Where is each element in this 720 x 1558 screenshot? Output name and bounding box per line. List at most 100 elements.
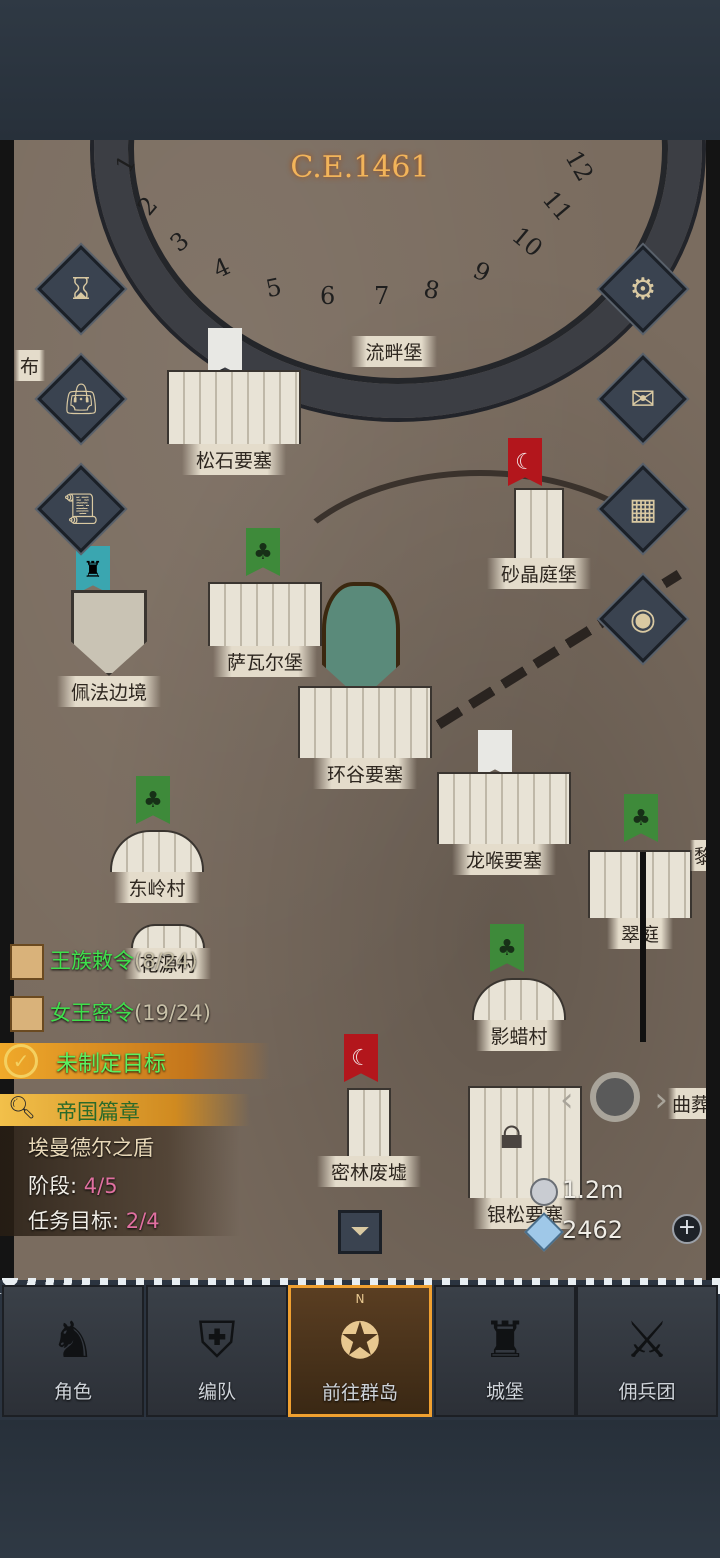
target-value: 2/4 [125, 1209, 160, 1233]
quest-queen-order[interactable]: 女王密令(19/24) [10, 996, 211, 1032]
banner-red: ☾ [344, 1034, 378, 1082]
tower-icon [347, 1088, 391, 1156]
silver-coin-icon [530, 1178, 558, 1206]
tab-castle[interactable]: ♜ 城堡 [434, 1285, 576, 1417]
location-shajing[interactable]: 砂晶庭堡 [464, 488, 614, 589]
month-6[interactable]: 6 [320, 282, 335, 310]
formation-icon: ⛨ [198, 1311, 236, 1369]
location-longhou[interactable]: 龙喉要塞 [424, 772, 584, 875]
location-label: 黎 [690, 840, 706, 871]
quest-count: (8/24) [134, 949, 198, 973]
location-peifa[interactable]: 佩法边境 [34, 590, 184, 707]
month-7[interactable]: 7 [374, 282, 389, 310]
crescent-icon: ☾ [515, 449, 535, 475]
add-resource-button[interactable]: + [672, 1214, 702, 1244]
bag-icon: 👜︎ [61, 381, 101, 417]
location-dongling[interactable]: 东岭村 [92, 830, 222, 903]
stage-label: 阶段: [28, 1174, 78, 1198]
castle-icon [298, 686, 432, 758]
village-icon [110, 830, 204, 872]
month-11[interactable]: 11 [537, 185, 578, 226]
mercenary-icon: ⚔︎ [624, 1311, 670, 1369]
collapse-icon: ⏷ [350, 1217, 370, 1245]
scroll-icon [10, 996, 44, 1032]
target-label: 任务目标: [28, 1209, 120, 1233]
tab-label: 佣兵团 [618, 1381, 676, 1403]
location-label: 松石要塞 [181, 444, 286, 475]
stage-row: 阶段: 4/5 [28, 1170, 118, 1200]
tree-icon: ♣ [631, 805, 651, 831]
knight-icon: ♞ [50, 1311, 96, 1369]
target-check-icon: ✓ [4, 1044, 38, 1078]
crosshair-icon [590, 1072, 640, 1122]
castle-icon [437, 772, 571, 844]
location-label: 佩法边境 [56, 676, 161, 707]
month-4[interactable]: 4 [209, 252, 235, 284]
tab-mercenary[interactable]: ⚔︎ 佣兵团 [576, 1285, 718, 1417]
faction-banner: ♜ [76, 546, 110, 594]
castle-icon [208, 582, 322, 646]
location-label: 曲葬 [668, 1088, 706, 1119]
location-label: 环谷要塞 [312, 758, 417, 789]
notice-board-icon: ▦ [628, 491, 658, 527]
location-songshi[interactable]: 松石要塞 [154, 370, 314, 475]
banner-green: ♣ [490, 924, 524, 972]
quest-royal-decree[interactable]: 王族敕令(8/24) [10, 944, 198, 980]
crossed-weapons-icon [71, 590, 147, 676]
locate-button[interactable]: ‹ › [560, 1066, 668, 1136]
location-huangu[interactable]: 环谷要塞 [290, 686, 440, 789]
month-12[interactable]: 12 [560, 146, 600, 186]
location-liupan[interactable]: 流畔堡 [324, 336, 464, 367]
tree-icon: ♣ [253, 539, 273, 565]
gem-amount: 2462 [562, 1216, 624, 1244]
chapter-title: 帝国篇章 [56, 1100, 140, 1124]
compass-north-label: N [355, 1292, 365, 1306]
hourglass-icon: ⌛︎ [71, 271, 91, 307]
silver-amount: 1.2m [562, 1176, 624, 1204]
tab-formation[interactable]: ⛨ 编队 [146, 1285, 288, 1417]
location-yingla[interactable]: 影蜡村 [444, 978, 594, 1051]
location-label: 影蜡村 [476, 1020, 562, 1051]
quest-count: (19/24) [134, 1001, 211, 1025]
location-edge-right2[interactable]: 黎 [690, 840, 706, 871]
location-sawaer[interactable]: 萨瓦尔堡 [200, 582, 330, 677]
helm-icon: ♜ [83, 557, 103, 583]
banner-green: ♣ [246, 528, 280, 576]
target-row: 任务目标: 2/4 [28, 1205, 160, 1235]
location-label: 密林废墟 [316, 1156, 421, 1187]
location-label: 东岭村 [114, 872, 200, 903]
banner-white [478, 730, 512, 778]
crescent-icon: ☾ [351, 1045, 371, 1071]
location-label: 砂晶庭堡 [486, 558, 591, 589]
month-1[interactable]: 1 [110, 150, 142, 177]
scroll-icon: 📜︎ [61, 491, 101, 527]
month-9[interactable]: 9 [469, 256, 495, 288]
tab-archipelago[interactable]: N ✪ 前往群岛 [288, 1285, 432, 1417]
location-edge-right[interactable]: 曲葬 [668, 1088, 706, 1119]
coin-icon: ◉ [629, 601, 657, 637]
location-edge-left[interactable]: 布 [14, 350, 46, 381]
castle-icon: ♜ [482, 1311, 528, 1369]
tab-label: 编队 [197, 1381, 236, 1403]
stage-value: 4/5 [83, 1174, 118, 1198]
flag-pole [640, 852, 646, 1042]
tab-label: 前往群岛 [321, 1382, 398, 1404]
bottom-bar [0, 1420, 720, 1558]
quest-title: 王族敕令 [50, 949, 134, 973]
month-3[interactable]: 3 [165, 226, 195, 257]
quest-title: 女王密令 [50, 1001, 134, 1025]
gear-icon: ⚙︎ [629, 271, 657, 307]
location-label: 布 [14, 350, 46, 381]
tab-character[interactable]: ♞ 角色 [2, 1285, 144, 1417]
tree-icon: ♣ [497, 935, 517, 961]
month-2[interactable]: 2 [132, 191, 163, 221]
collapse-button[interactable]: ⏷ [338, 1210, 382, 1254]
tab-label: 角色 [53, 1381, 92, 1403]
envelope-icon: ✉︎ [630, 381, 656, 417]
chapter-name: 埃曼德尔之盾 [28, 1136, 154, 1160]
scroll-icon [10, 944, 44, 980]
goal-text: 未制定目标 [56, 1052, 167, 1077]
month-10[interactable]: 10 [507, 221, 548, 262]
location-milin[interactable]: 密林废墟 [304, 1088, 434, 1187]
banner-green: ♣ [136, 776, 170, 824]
